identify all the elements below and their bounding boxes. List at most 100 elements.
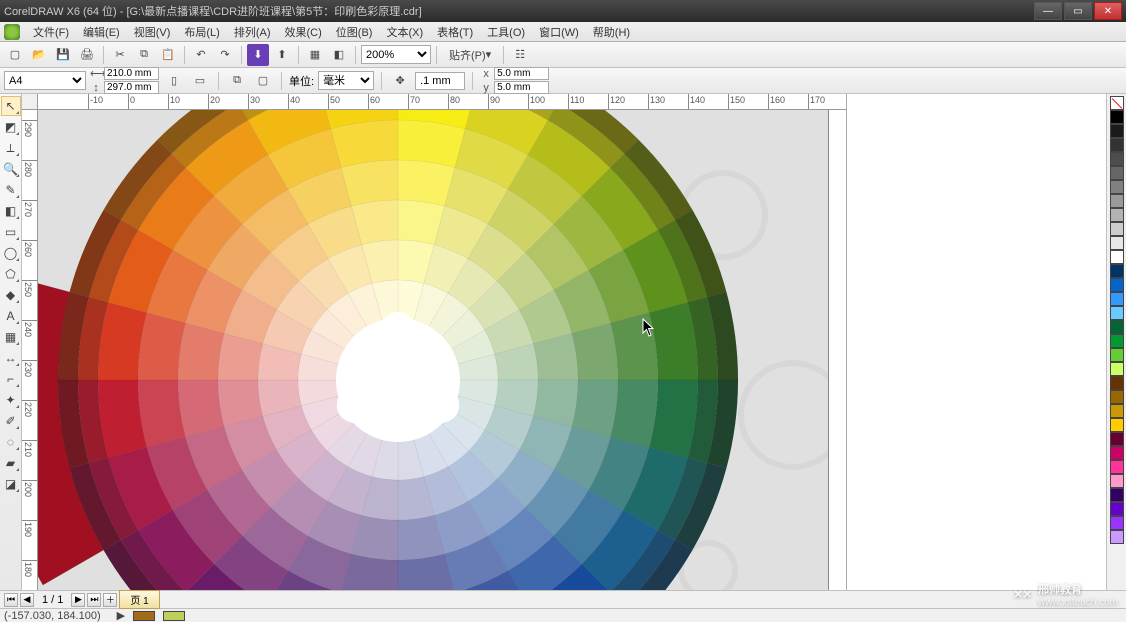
close-button[interactable]: ✕ — [1094, 2, 1122, 20]
zoom-select[interactable]: 200% — [361, 45, 431, 64]
current-page-button[interactable]: ▢ — [252, 70, 274, 92]
color-swatch[interactable] — [1110, 376, 1124, 390]
next-page-button[interactable]: ▶ — [71, 593, 85, 607]
fill-swatch[interactable] — [133, 611, 155, 621]
save-button[interactable]: 💾 — [52, 44, 74, 66]
dimension-tool[interactable]: ↔ — [1, 348, 21, 368]
smart-fill-tool[interactable]: ◧ — [1, 201, 21, 221]
eyedropper-tool[interactable]: ✐ — [1, 411, 21, 431]
text-tool[interactable]: A — [1, 306, 21, 326]
menu-item[interactable]: 帮助(H) — [586, 24, 637, 40]
polygon-tool[interactable]: ⬠ — [1, 264, 21, 284]
maximize-button[interactable]: ▭ — [1064, 2, 1092, 20]
menu-item[interactable]: 文件(F) — [26, 24, 76, 40]
color-swatch[interactable] — [1110, 180, 1124, 194]
color-swatch[interactable] — [1110, 138, 1124, 152]
rectangle-tool[interactable]: ▭ — [1, 222, 21, 242]
canvas[interactable] — [38, 110, 846, 590]
undo-button[interactable]: ↶ — [190, 44, 212, 66]
color-swatch[interactable] — [1110, 446, 1124, 460]
table-tool[interactable]: ▦ — [1, 327, 21, 347]
color-swatch[interactable] — [1110, 348, 1124, 362]
color-swatch[interactable] — [1110, 194, 1124, 208]
color-swatch[interactable] — [1110, 488, 1124, 502]
ruler-corner[interactable] — [22, 94, 38, 110]
color-swatch[interactable] — [1110, 264, 1124, 278]
nudge-input[interactable] — [415, 72, 465, 90]
ellipse-tool[interactable]: ◯ — [1, 243, 21, 263]
color-swatch[interactable] — [1110, 166, 1124, 180]
menu-item[interactable]: 效果(C) — [278, 24, 329, 40]
snap-dropdown[interactable]: 贴齐(P) ▾ — [442, 44, 498, 66]
color-swatch[interactable] — [1110, 306, 1124, 320]
page-height-input[interactable] — [104, 81, 159, 94]
color-swatch[interactable] — [1110, 516, 1124, 530]
welcome-button[interactable]: ◧ — [328, 44, 350, 66]
copy-button[interactable]: ⧉ — [133, 44, 155, 66]
connector-tool[interactable]: ⌐ — [1, 369, 21, 389]
color-swatch[interactable] — [1110, 320, 1124, 334]
freehand-tool[interactable]: ✎ — [1, 180, 21, 200]
all-pages-button[interactable]: ⧉ — [226, 70, 248, 92]
first-page-button[interactable]: ⏮ — [4, 593, 18, 607]
zoom-tool[interactable]: 🔍 — [1, 159, 21, 179]
options-button[interactable]: ☷ — [509, 44, 531, 66]
color-swatch[interactable] — [1110, 278, 1124, 292]
page-preset-select[interactable]: A4 — [4, 71, 86, 90]
add-page-button[interactable]: ＋ — [103, 593, 117, 607]
menu-item[interactable]: 文本(X) — [379, 24, 430, 40]
menu-item[interactable]: 窗口(W) — [532, 24, 586, 40]
paste-button[interactable]: 📋 — [157, 44, 179, 66]
dup-y-input[interactable] — [494, 81, 549, 94]
page-tab[interactable]: 页 1 — [119, 590, 159, 609]
last-page-button[interactable]: ⏭ — [87, 593, 101, 607]
basic-shapes-tool[interactable]: ◆ — [1, 285, 21, 305]
prev-page-button[interactable]: ◀ — [20, 593, 34, 607]
page-width-input[interactable] — [104, 67, 159, 80]
outline-tool[interactable]: ◌ — [1, 432, 21, 452]
menu-item[interactable]: 布局(L) — [177, 24, 226, 40]
menu-item[interactable]: 表格(T) — [430, 24, 480, 40]
menu-item[interactable]: 视图(V) — [127, 24, 178, 40]
orientation-portrait-button[interactable]: ▯ — [163, 70, 185, 92]
dup-x-input[interactable] — [494, 67, 549, 80]
redo-button[interactable]: ↷ — [214, 44, 236, 66]
app-launcher-button[interactable]: ▦ — [304, 44, 326, 66]
new-button[interactable]: ▢ — [4, 44, 26, 66]
color-swatch[interactable] — [1110, 432, 1124, 446]
menu-item[interactable]: 排列(A) — [227, 24, 278, 40]
units-select[interactable]: 毫米 — [318, 71, 374, 90]
interactive-tool[interactable]: ✦ — [1, 390, 21, 410]
menu-item[interactable]: 工具(O) — [480, 24, 532, 40]
ruler-vertical[interactable]: 2902802702602502402302202102001901801701… — [22, 110, 38, 590]
docker-panel[interactable] — [846, 94, 1106, 590]
color-swatch[interactable] — [1110, 460, 1124, 474]
crop-tool[interactable]: ⟂ — [1, 138, 21, 158]
import-button[interactable]: ⬇ — [247, 44, 269, 66]
color-swatch[interactable] — [1110, 362, 1124, 376]
fill-tool[interactable]: ▰ — [1, 453, 21, 473]
color-swatch[interactable] — [1110, 222, 1124, 236]
color-swatch[interactable] — [1110, 250, 1124, 264]
menu-item[interactable]: 编辑(E) — [76, 24, 127, 40]
color-swatch[interactable] — [1110, 124, 1124, 138]
color-swatch[interactable] — [1110, 236, 1124, 250]
open-button[interactable]: 📂 — [28, 44, 50, 66]
color-swatch[interactable] — [1110, 334, 1124, 348]
color-swatch[interactable] — [1110, 502, 1124, 516]
print-button[interactable]: 🖨 — [76, 44, 98, 66]
minimize-button[interactable]: — — [1034, 2, 1062, 20]
color-swatch[interactable] — [1110, 530, 1124, 544]
shape-tool[interactable]: ◩ — [1, 117, 21, 137]
color-wheel[interactable] — [38, 110, 808, 590]
orientation-landscape-button[interactable]: ▭ — [189, 70, 211, 92]
interactive-fill-tool[interactable]: ◪ — [1, 474, 21, 494]
menu-item[interactable]: 位图(B) — [329, 24, 380, 40]
color-swatch[interactable] — [1110, 208, 1124, 222]
cut-button[interactable]: ✂ — [109, 44, 131, 66]
outline-swatch[interactable] — [163, 611, 185, 621]
color-swatch[interactable] — [1110, 292, 1124, 306]
ruler-horizontal[interactable]: -100102030405060708090100110120130140150… — [38, 94, 846, 110]
pick-tool[interactable]: ↖ — [1, 96, 21, 116]
color-swatch[interactable] — [1110, 404, 1124, 418]
